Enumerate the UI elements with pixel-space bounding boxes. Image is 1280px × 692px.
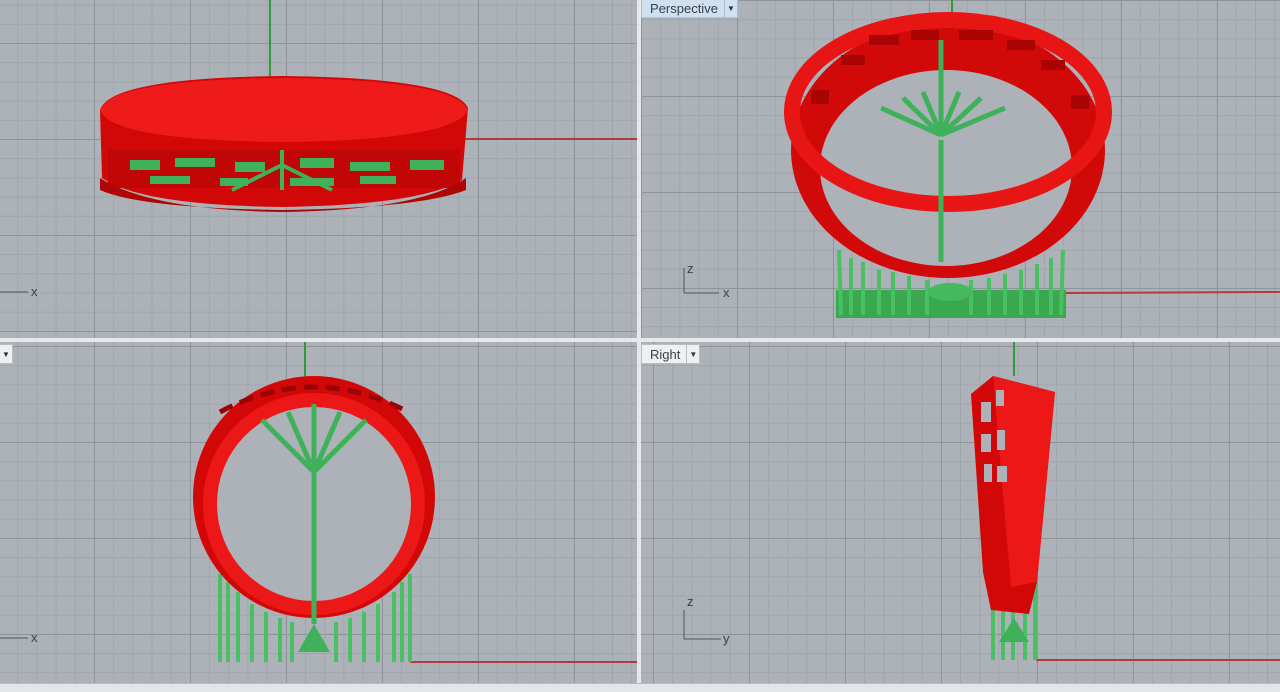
right-view-scene: z y [683,342,1280,661]
ring-model-perspective [784,12,1112,278]
viewport-top[interactable]: x [0,0,637,338]
viewport-label-right[interactable]: Right ▼ [641,344,701,364]
viewport-front[interactable]: x ▼ [0,342,637,683]
viewport-splitter-horizontal[interactable] [0,338,1280,342]
viewport-label-front[interactable]: ▼ [0,344,13,364]
axis-x-label: x [31,284,38,299]
viewport-label-perspective[interactable]: Perspective ▼ [641,0,738,18]
axis-indicator: z x [683,261,730,300]
dropdown-arrow-icon[interactable]: ▼ [686,345,699,363]
axis-indicator: x [0,630,38,645]
x-axis-line [1060,291,1280,294]
support-cone [298,624,330,652]
viewport-perspective[interactable]: z x Perspective ▼ [641,0,1280,338]
axis-indicator: z y [683,594,730,646]
axis-y-label: y [723,631,730,646]
viewport-splitter-vertical[interactable] [637,0,641,685]
axis-x-label: x [723,285,730,300]
axis-z-label: z [687,261,694,276]
viewport-right[interactable]: z y Right ▼ [641,342,1280,683]
axis-z-label: z [687,594,694,609]
ring-model-side [100,76,468,212]
top-view-scene: x [0,0,637,299]
axis-x-label: x [31,630,38,645]
ring-model-right [971,376,1055,614]
axis-indicator: x [0,284,38,299]
perspective-scene: z x [683,0,1280,318]
front-view-scene: x [0,342,637,663]
viewport-title: Right [650,346,681,362]
viewport-title: Perspective [650,0,718,16]
dropdown-arrow-icon[interactable]: ▼ [723,0,737,17]
dropdown-arrow-icon[interactable]: ▼ [0,345,12,363]
